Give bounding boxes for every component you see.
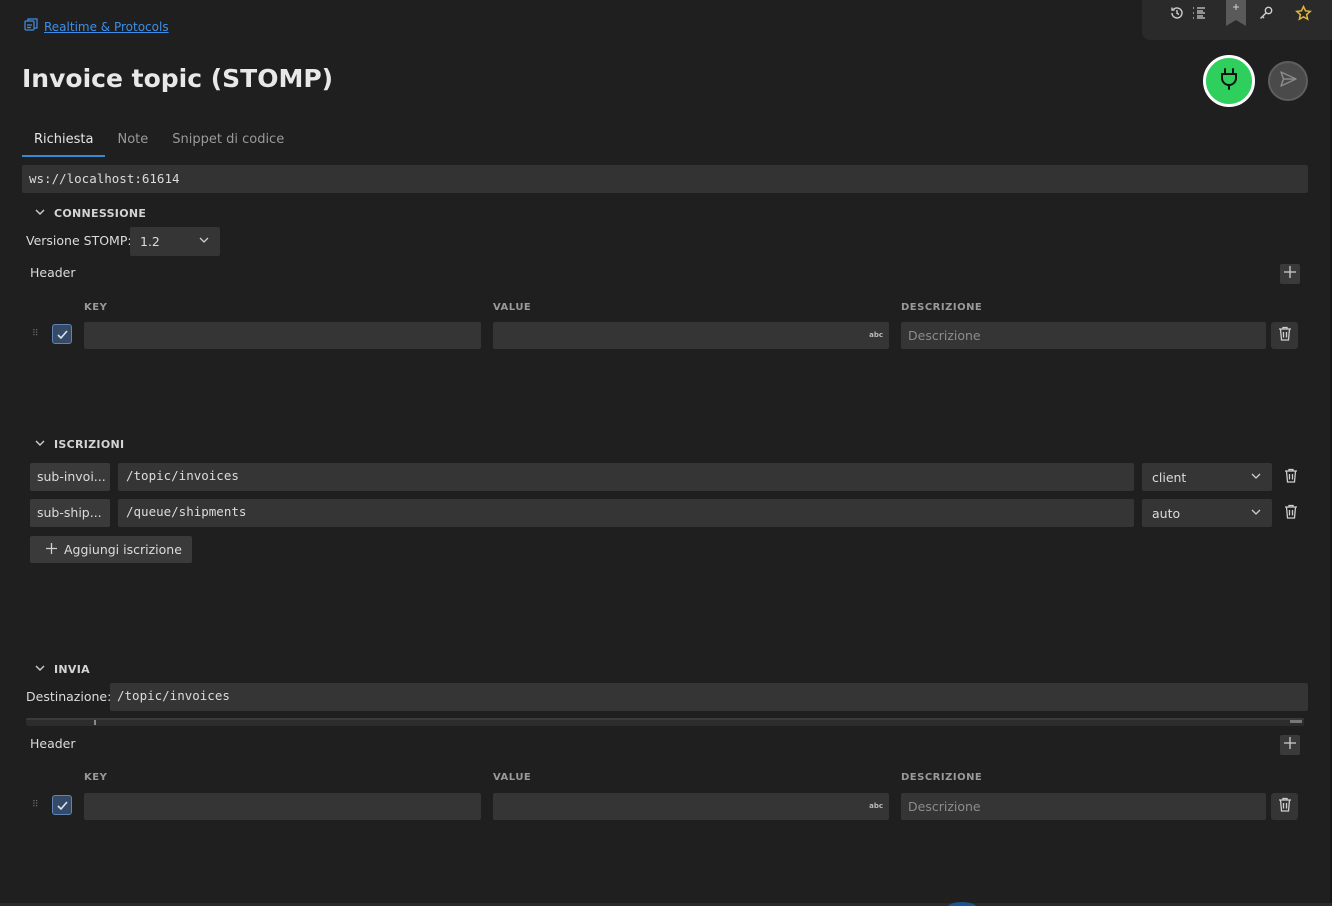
chevron-down-icon: [1250, 506, 1262, 521]
send-header-label: Header: [30, 736, 76, 751]
header-enabled-checkbox[interactable]: [52, 324, 72, 344]
star-icon[interactable]: [1294, 4, 1312, 22]
drag-handle-icon[interactable]: ⠿: [32, 330, 39, 339]
send-section-toggle[interactable]: INVIA: [34, 662, 90, 677]
send-destination-input[interactable]: /topic/invoices: [110, 683, 1308, 711]
connect-button[interactable]: [1203, 55, 1255, 107]
plus-icon: [1283, 265, 1297, 283]
trash-icon: [1284, 468, 1298, 487]
collection-icon: [24, 17, 40, 36]
column-description: DESCRIZIONE: [901, 772, 983, 783]
header-enabled-checkbox[interactable]: [52, 795, 72, 815]
stomp-version-label: Versione STOMP:: [26, 233, 132, 248]
ack-value: client: [1152, 469, 1187, 485]
send-button[interactable]: [1268, 61, 1308, 101]
breadcrumb-link[interactable]: Realtime & Protocols: [44, 20, 169, 34]
bookmark-icon[interactable]: [1226, 0, 1246, 26]
column-key: KEY: [84, 772, 108, 783]
column-description: DESCRIZIONE: [901, 302, 983, 313]
history-icon[interactable]: [1168, 4, 1186, 22]
description-placeholder: Descrizione: [908, 328, 981, 343]
header-description-input[interactable]: Descrizione: [901, 322, 1266, 349]
chevron-down-icon: [1250, 470, 1262, 485]
drag-handle-icon[interactable]: ⠿: [32, 801, 39, 810]
tab-note[interactable]: Note: [105, 131, 160, 157]
ack-value: auto: [1152, 505, 1181, 521]
breadcrumb: Realtime & Protocols: [24, 17, 169, 36]
editor-scrollbar[interactable]: [1290, 720, 1302, 723]
header-value-input[interactable]: abc: [493, 322, 889, 349]
send-icon: [1278, 69, 1298, 93]
connection-section-toggle[interactable]: CONNESSIONE: [34, 206, 146, 221]
connection-section-title: CONNESSIONE: [54, 207, 147, 220]
top-toolbar: [1142, 0, 1332, 40]
header-description-input[interactable]: Descrizione: [901, 793, 1266, 820]
plus-icon: [1283, 736, 1297, 754]
chevron-down-icon: [34, 206, 46, 221]
list-icon[interactable]: [1190, 4, 1208, 22]
body-editor[interactable]: [26, 718, 1304, 726]
page-title: Invoice topic (STOMP): [22, 64, 334, 93]
url-input[interactable]: ws://localhost:61614: [22, 165, 1308, 193]
tab-snippet[interactable]: Snippet di codice: [160, 131, 296, 157]
trash-icon: [1278, 797, 1292, 816]
subscription-ack-select[interactable]: client: [1142, 463, 1272, 491]
chevron-down-icon: [198, 234, 210, 249]
editor-gutter: [94, 720, 96, 725]
delete-subscription-button[interactable]: [1280, 466, 1302, 488]
add-send-header-button[interactable]: [1280, 735, 1300, 755]
delete-subscription-button[interactable]: [1280, 502, 1302, 524]
delete-header-button[interactable]: [1271, 793, 1298, 820]
trash-icon: [1278, 326, 1292, 345]
header-key-input[interactable]: [84, 322, 481, 349]
subscription-id-input[interactable]: sub-ship...: [30, 499, 110, 527]
send-section-title: INVIA: [54, 663, 90, 676]
description-placeholder: Descrizione: [908, 799, 981, 814]
subscriptions-section-title: ISCRIZIONI: [54, 438, 125, 451]
abc-badge: abc: [869, 802, 883, 810]
header-key-input[interactable]: [84, 793, 481, 820]
add-subscription-button[interactable]: Aggiungi iscrizione: [30, 536, 192, 563]
subscription-destination-input[interactable]: /topic/invoices: [118, 463, 1134, 491]
plug-icon: [1218, 67, 1240, 95]
column-value: VALUE: [493, 302, 532, 313]
delete-header-button[interactable]: [1271, 322, 1298, 349]
plus-icon: [45, 542, 58, 558]
request-tabs: Richiesta Note Snippet di codice: [22, 131, 296, 157]
column-value: VALUE: [493, 772, 532, 783]
key-icon[interactable]: [1257, 4, 1275, 22]
subscriptions-section-toggle[interactable]: ISCRIZIONI: [34, 437, 124, 452]
destination-label: Destinazione:: [26, 689, 112, 704]
chevron-down-icon: [34, 662, 46, 677]
stomp-version-select[interactable]: 1.2: [130, 227, 220, 256]
tab-richiesta[interactable]: Richiesta: [22, 131, 106, 157]
connection-header-label: Header: [30, 265, 76, 280]
stomp-version-value: 1.2: [140, 234, 160, 249]
add-subscription-label: Aggiungi iscrizione: [64, 542, 182, 557]
subscription-id-input[interactable]: sub-invoi...: [30, 463, 110, 491]
subscription-destination-input[interactable]: /queue/shipments: [118, 499, 1134, 527]
column-key: KEY: [84, 302, 108, 313]
subscription-ack-select[interactable]: auto: [1142, 499, 1272, 527]
header-value-input[interactable]: abc: [493, 793, 889, 820]
abc-badge: abc: [869, 331, 883, 339]
add-connection-header-button[interactable]: [1280, 264, 1300, 284]
trash-icon: [1284, 504, 1298, 523]
chevron-down-icon: [34, 437, 46, 452]
